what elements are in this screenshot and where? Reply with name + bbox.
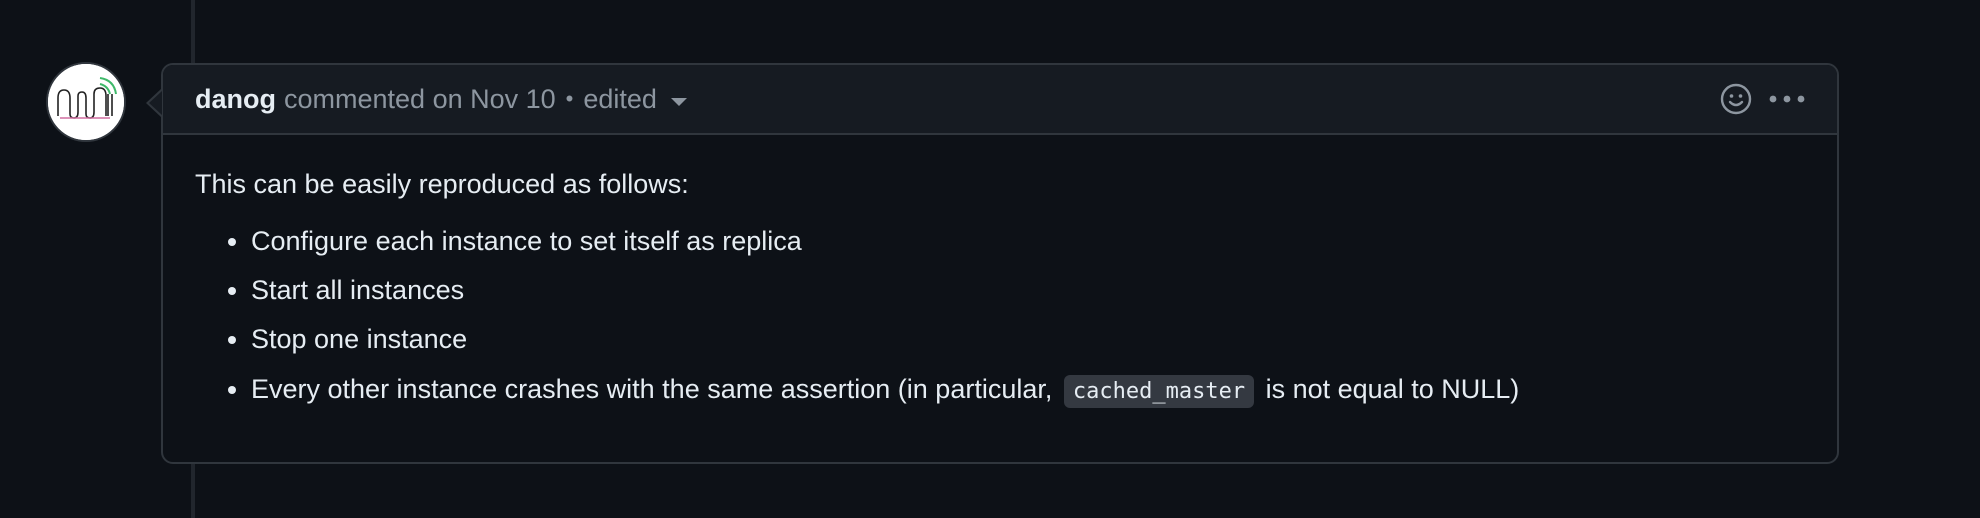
smiley-icon[interactable] — [1719, 82, 1753, 116]
list-item: Configure each instance to set itself as… — [251, 222, 1805, 261]
edited-label[interactable]: edited — [583, 84, 657, 115]
inline-code: cached_master — [1063, 374, 1255, 408]
list-item: Stop one instance — [251, 320, 1805, 359]
separator-dot: • — [565, 86, 574, 111]
list-item: Every other instance crashes with the sa… — [251, 370, 1805, 409]
list-item: Start all instances — [251, 271, 1805, 310]
comment-box: danog commented on Nov 10 • edited This … — [161, 63, 1839, 464]
steps-list: Configure each instance to set itself as… — [195, 222, 1805, 409]
comment-pointer-fill — [149, 91, 162, 115]
chevron-down-icon[interactable] — [670, 98, 687, 106]
kebab-horizontal-icon[interactable] — [1767, 82, 1807, 116]
avatar[interactable] — [46, 62, 126, 142]
comment-author[interactable]: danog — [195, 84, 276, 115]
comment-header: danog commented on Nov 10 • edited — [163, 65, 1837, 135]
step-text-before: Every other instance crashes with the sa… — [251, 373, 1053, 404]
timeline: danog commented on Nov 10 • edited This … — [0, 0, 1980, 518]
avatar-logo — [48, 64, 124, 140]
comment-timestamp[interactable]: commented on Nov 10 — [284, 84, 556, 115]
comment-intro: This can be easily reproduced as follows… — [195, 169, 689, 199]
step-text-after: is not equal to NULL) — [1265, 373, 1520, 404]
comment-body: This can be easily reproduced as follows… — [163, 135, 1837, 409]
